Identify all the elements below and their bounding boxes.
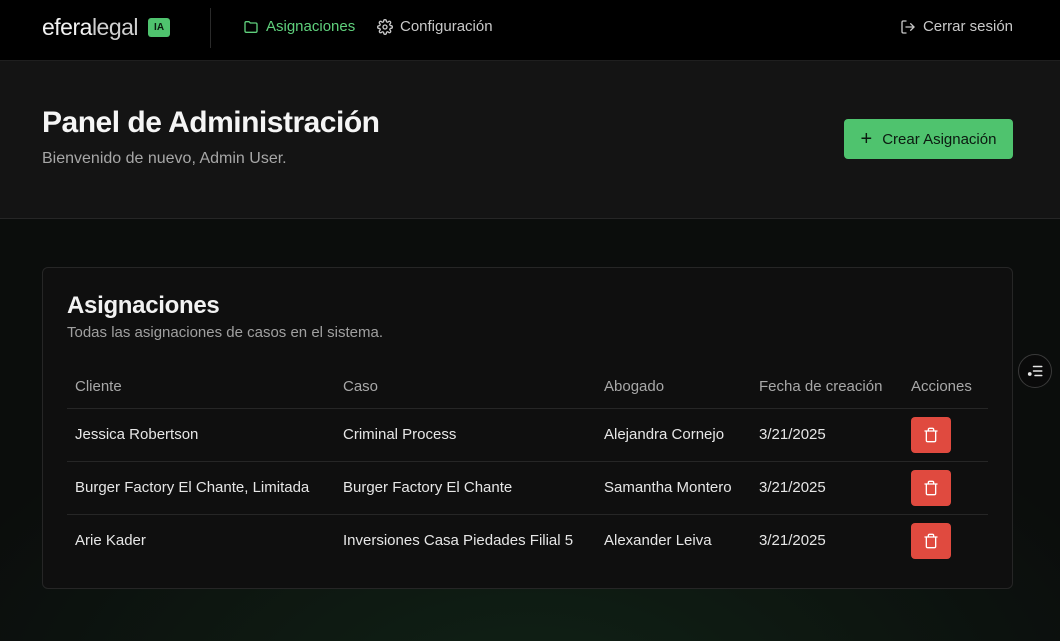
trash-icon	[924, 480, 938, 495]
nav-item-asignaciones[interactable]: Asignaciones	[243, 18, 355, 35]
logout-label: Cerrar sesión	[922, 18, 1013, 35]
assignments-table: Cliente Caso Abogado Fecha de creación A…	[67, 366, 988, 567]
brand-logo[interactable]: eferalegal IA	[42, 14, 171, 41]
cell-date: 3/21/2025	[751, 408, 903, 462]
nav-divider	[210, 8, 211, 48]
cell-lawyer: Alexander Leiva	[604, 532, 712, 550]
cell-date: 3/21/2025	[751, 461, 903, 515]
ia-badge: IA	[148, 18, 171, 37]
floating-menu-button[interactable]	[1018, 354, 1052, 388]
column-header-fecha[interactable]: Fecha de creación	[751, 366, 903, 409]
cell-case: Criminal Process	[335, 408, 596, 462]
table-row[interactable]: Burger Factory El Chante, Limitada Burge…	[67, 461, 988, 515]
gear-icon	[377, 18, 393, 35]
top-navigation: eferalegal IA Asignaciones Configuración…	[0, 0, 1060, 61]
delete-button[interactable]	[911, 416, 951, 453]
nav-item-configuracion[interactable]: Configuración	[377, 18, 493, 35]
cell-date: 3/21/2025	[759, 532, 826, 550]
assignments-card: Asignaciones Todas las asignaciones de c…	[42, 267, 1013, 589]
create-assignment-label: Crear Asignación	[882, 130, 997, 148]
delete-button[interactable]	[911, 469, 951, 506]
plus-icon: +	[860, 128, 873, 150]
logout-icon	[901, 19, 915, 34]
brand-name: eferalegal	[42, 14, 139, 40]
page-title: Panel de Administración	[42, 106, 380, 139]
trash-icon	[924, 533, 938, 549]
cell-actions	[903, 408, 988, 462]
folder-icon	[244, 20, 258, 33]
page-subtitle: Bienvenido de nuevo, Admin User.	[42, 150, 287, 167]
cell-client: Burger Factory El Chante, Limitada	[67, 461, 335, 515]
cell-actions	[903, 461, 988, 515]
cell-lawyer: Samantha Montero	[596, 461, 751, 515]
column-header-cliente[interactable]: Cliente	[67, 366, 335, 409]
column-header-abogado[interactable]: Abogado	[596, 366, 751, 409]
table-row[interactable]: Arie Kader Inversiones Casa Piedades Fil…	[67, 514, 988, 567]
cell-actions	[903, 514, 988, 567]
cell-client: Arie Kader	[75, 532, 146, 550]
assignments-title: Asignaciones	[67, 292, 220, 319]
list-settings-icon	[1027, 365, 1043, 377]
cell-lawyer: Alejandra Cornejo	[596, 408, 751, 462]
create-assignment-button[interactable]: + Crear Asignación	[844, 119, 1013, 159]
trash-icon	[924, 427, 938, 442]
page-header: Panel de Administración Bienvenido de nu…	[0, 61, 1060, 219]
cell-client: Jessica Robertson	[67, 408, 335, 462]
cell-case: Burger Factory El Chante	[335, 461, 596, 515]
delete-button[interactable]	[911, 522, 951, 559]
nav-item-label: Asignaciones	[266, 18, 356, 35]
column-header-caso[interactable]: Caso	[335, 366, 596, 409]
column-header-acciones: Acciones	[903, 366, 988, 409]
cell-case: Inversiones Casa Piedades Filial 5	[343, 532, 574, 550]
table-header-row: Cliente Caso Abogado Fecha de creación A…	[67, 366, 988, 409]
assignments-subtitle: Todas las asignaciones de casos en el si…	[67, 324, 384, 341]
table-row[interactable]: Jessica Robertson Criminal Process Aleja…	[67, 408, 988, 462]
logout-button[interactable]: Cerrar sesión	[900, 18, 1013, 35]
nav-item-label: Configuración	[400, 18, 493, 35]
